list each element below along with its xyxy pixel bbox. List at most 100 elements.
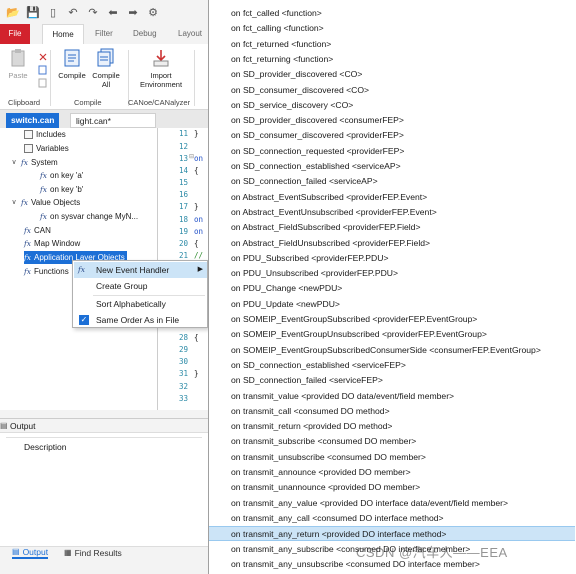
submenu-item[interactable]: on transmit_any_value <provided DO inter… [209,496,575,511]
submenu-item[interactable]: on SD_connection_established <serviceFEP… [209,358,575,373]
submenu-item[interactable]: on SD_connection_failed <serviceAP> [209,174,575,189]
tree-item-on-sysvar[interactable]: fx on sysvar change MyN... [40,210,138,223]
output-icon: ▤ [0,421,8,430]
context-menu: fx New Event Handler ▶ Create Group Sort… [72,260,208,328]
line-number: 13 [178,154,188,163]
submenu-item[interactable]: on fct_calling <function> [209,21,575,36]
line-number: 11 [178,129,188,138]
line-number: 33 [178,394,188,403]
compile-button[interactable]: Compile [54,48,90,80]
line-number: 30 [178,357,188,366]
submenu-item[interactable]: on transmit_subscribe <consumed DO membe… [209,434,575,449]
tree-item-value-objects[interactable]: ∨ fx Value Objects [10,196,80,209]
submenu-item[interactable]: on PDU_Unsubscribed <providerFEP.PDU> [209,266,575,281]
function-icon: fx [78,265,86,274]
submenu-item[interactable]: on Abstract_EventSubscribed <providerFEP… [209,190,575,205]
group-canoe: CANoe/CANalyzer [128,98,191,107]
tree-item-system[interactable]: ∨ fx System [10,156,57,169]
tree-item-on-key-a[interactable]: fx on key 'a' [40,169,83,182]
submenu-item[interactable]: on SD_consumer_discovered <providerFEP> [209,128,575,143]
submenu-item[interactable]: on transmit_announce <provided DO member… [209,465,575,480]
submenu-item[interactable]: on transmit_any_call <consumed DO interf… [209,511,575,526]
submenu-item[interactable]: on SD_connection_failed <serviceFEP> [209,373,575,388]
back-icon[interactable]: ⬅ [106,5,120,19]
compile-all-button[interactable]: Compile All [88,48,124,89]
menu-item-create-group[interactable]: Create Group [74,278,207,294]
submenu-item[interactable]: on transmit_value <provided DO data/even… [209,389,575,404]
undo-icon[interactable]: ↶ [66,5,80,19]
collapse-icon[interactable]: ∨ [10,156,18,169]
import-environment-button[interactable]: Import Environment [140,48,182,89]
compile-icon [64,49,80,67]
submenu-item[interactable]: on SD_service_discovery <CO> [209,98,575,113]
submenu-item[interactable]: on Abstract_FieldUnsubscribed <providerF… [209,236,575,251]
forward-icon[interactable]: ➡ [126,5,140,19]
submenu-item[interactable]: on PDU_Subscribed <providerFEP.PDU> [209,251,575,266]
submenu-item[interactable]: on fct_returned <function> [209,37,575,52]
submenu-item[interactable]: on transmit_unsubscribe <consumed DO mem… [209,450,575,465]
tab-home[interactable]: Home [42,24,84,44]
submenu-item[interactable]: on transmit_return <provided DO method> [209,419,575,434]
tree-item-can[interactable]: fx CAN [24,224,51,237]
function-icon: fx [24,226,32,235]
submenu-item[interactable]: on fct_returning <function> [209,52,575,67]
submenu-item[interactable]: on transmit_any_return <provided DO inte… [209,526,575,542]
line-number: 20 [178,239,188,248]
submenu-item[interactable]: on SD_connection_requested <providerFEP> [209,144,575,159]
quick-access-toolbar: 📂 💾 ▯ ↶ ↷ ⬅ ➡ ⚙ [0,0,208,24]
tree-item-variables[interactable]: Variables [24,142,69,155]
save-icon[interactable]: 💾 [26,5,40,19]
paste-button[interactable]: Paste [0,48,36,80]
submenu-item[interactable]: on PDU_Update <newPDU> [209,297,575,312]
includes-icon [24,130,33,139]
collapse-icon[interactable]: ∨ [10,196,18,209]
redo-icon[interactable]: ↷ [86,5,100,19]
tree-item-includes[interactable]: Includes [24,128,66,141]
submenu-item[interactable]: on PDU_Change <newPDU> [209,281,575,296]
line-number: 12 [178,142,188,151]
line-number: 32 [178,382,188,391]
doc-tab-light[interactable]: light.can* [70,113,156,128]
tab-find-results[interactable]: ▦ Find Results [64,547,122,559]
event-handler-submenu: on fct_called <function> on fct_calling <… [208,0,576,574]
open-icon[interactable]: ▯ [46,5,60,19]
variables-icon [24,144,33,153]
menu-item-sort-alphabetically[interactable]: Sort Alphabetically [74,296,207,312]
submenu-item[interactable]: on transmit_unannounce <provided DO memb… [209,480,575,495]
output-column-description[interactable]: Description [6,438,202,456]
tree-item-functions[interactable]: fx Functions [24,265,69,278]
ribbon-separator [194,50,195,106]
submenu-item[interactable]: on SD_connection_established <serviceAP> [209,159,575,174]
tree-item-on-key-b[interactable]: fx on key 'b' [40,183,83,196]
output-icon: ▤ [12,547,20,556]
submenu-item[interactable]: on SD_consumer_discovered <CO> [209,83,575,98]
tab-output[interactable]: ▤ Output [12,547,49,559]
tree-item-map-window[interactable]: fx Map Window [24,237,80,250]
code-text: on [194,227,204,236]
submenu-item[interactable]: on SOMEIP_EventGroupSubscribedConsumerSi… [209,343,575,358]
submenu-item[interactable]: on SD_provider_discovered <consumerFEP> [209,113,575,128]
open-folder-icon[interactable]: 📂 [6,5,20,19]
doc-tab-switch[interactable]: switch.can [6,113,60,128]
tab-filter[interactable]: Filter [95,24,113,44]
line-number: 15 [178,178,188,187]
tab-file[interactable]: File [0,24,30,44]
submenu-item[interactable]: on SD_provider_discovered <CO> [209,67,575,82]
submenu-item[interactable]: on fct_called <function> [209,6,575,21]
submenu-item[interactable]: on Abstract_EventUnsubscribed <providerF… [209,205,575,220]
submenu-item[interactable]: on SOMEIP_EventGroupUnsubscribed <provid… [209,327,575,342]
code-text: on [194,215,204,224]
watermark: CSDN @汽车人——EEA [356,545,508,560]
menu-item-same-order[interactable]: ✓ Same Order As in File [74,312,207,328]
output-header: ▤ Output [0,419,208,433]
menu-item-new-event-handler[interactable]: fx New Event Handler ▶ [74,262,207,278]
submenu-item[interactable]: on transmit_call <consumed DO method> [209,404,575,419]
submenu-item[interactable]: on Abstract_FieldSubscribed <providerFEP… [209,220,575,235]
function-icon: fx [24,267,32,276]
tab-layout[interactable]: Layout [178,24,202,44]
submenu-item[interactable]: on SOMEIP_EventGroupSubscribed <provider… [209,312,575,327]
line-number: 14 [178,166,188,175]
tab-debug[interactable]: Debug [133,24,157,44]
submenu-arrow-icon: ▶ [197,266,203,273]
tools-icon[interactable]: ⚙ [146,5,160,19]
